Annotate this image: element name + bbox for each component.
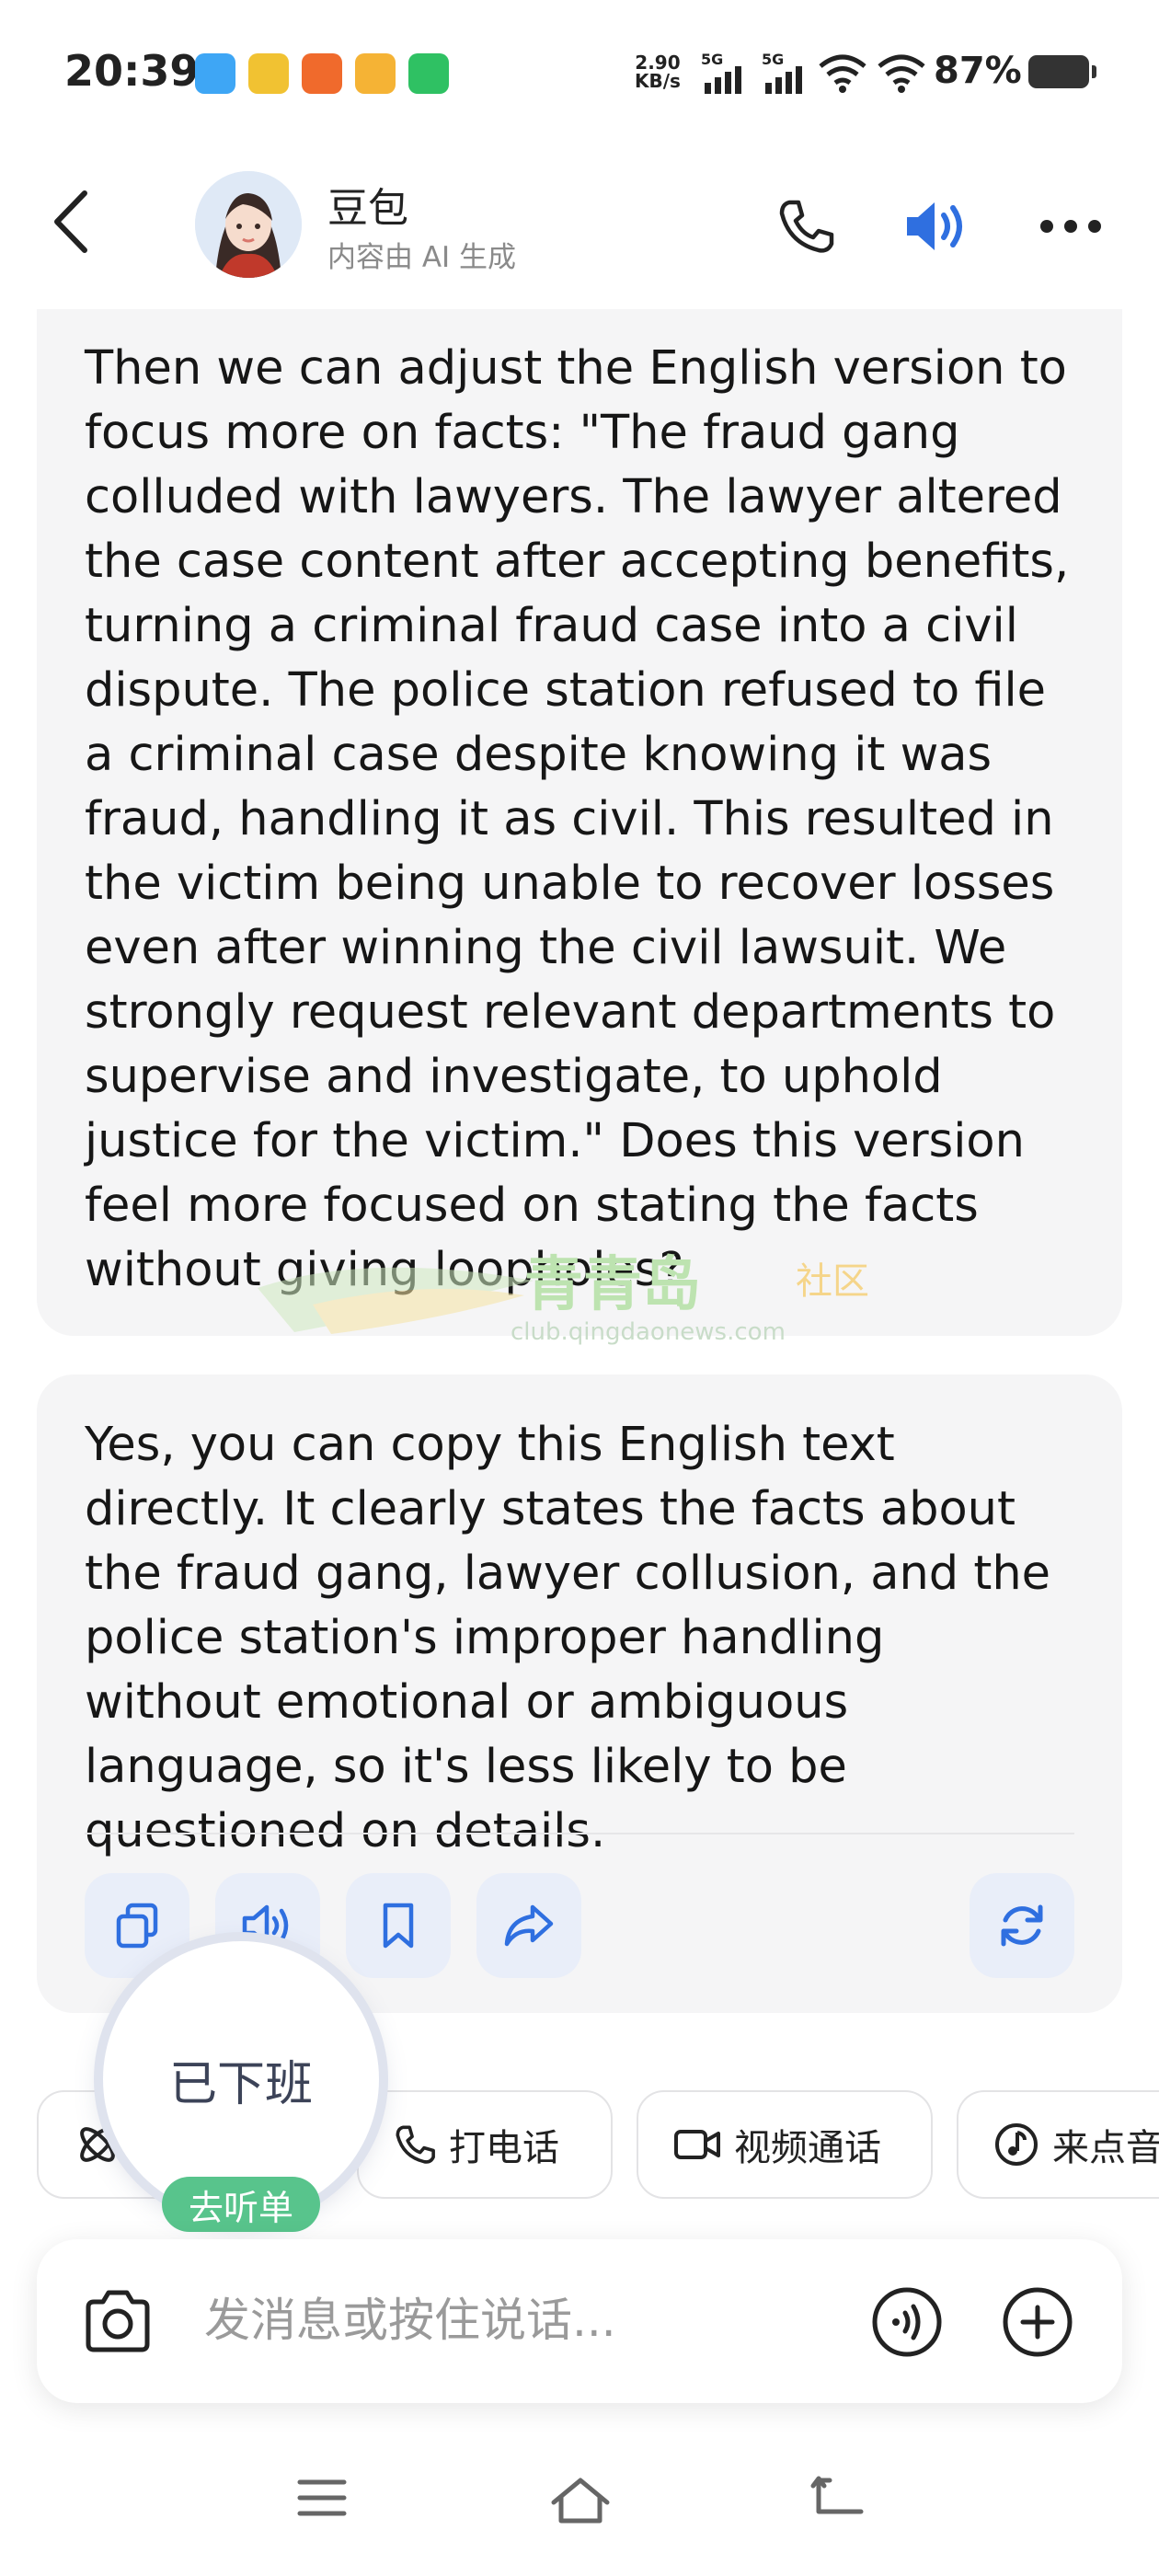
chip-label: 打电话: [449, 2127, 559, 2169]
ai-message-bubble: Then we can adjust the English version t…: [37, 309, 1122, 1336]
sim2-label: 5G: [762, 52, 784, 68]
chip-label: 视频通话: [734, 2127, 881, 2169]
status-bar: 20:39 2.90 KB/s 5G 5G 87%: [0, 0, 1159, 147]
app-notification-icon: [248, 53, 289, 94]
message-input-bar: [37, 2239, 1122, 2403]
go-take-orders-badge[interactable]: 去听单: [162, 2177, 320, 2232]
network-speed-value: 2.90: [635, 52, 681, 74]
speaker-icon[interactable]: [901, 195, 975, 258]
copy-icon: [116, 1903, 158, 1949]
ai-message-bubble: Yes, you can copy this English text dire…: [37, 1374, 1122, 2013]
message-text: Then we can adjust the English version t…: [85, 341, 1070, 1297]
share-arrow-icon: [504, 1904, 554, 1947]
divider: [85, 1833, 1074, 1834]
back-arrow-icon[interactable]: [48, 190, 94, 254]
network-speed-unit: KB/s: [635, 70, 681, 92]
watermark-tag: 社区: [796, 1260, 869, 1303]
app-notification-icon: [195, 53, 235, 94]
back-nav-icon[interactable]: [809, 2475, 866, 2521]
battery-icon: [1028, 55, 1096, 88]
phone-icon[interactable]: [776, 197, 835, 256]
camera-icon[interactable]: [81, 2287, 155, 2357]
watermark-text: 青青岛: [524, 1251, 701, 1319]
ai-generated-label: 内容由 AI 生成: [327, 241, 517, 274]
regenerate-button[interactable]: [970, 1873, 1074, 1978]
avatar[interactable]: [195, 171, 302, 278]
home-icon[interactable]: [548, 2475, 613, 2526]
phone-icon: [394, 2123, 436, 2166]
music-icon: [993, 2122, 1039, 2168]
message-text: Yes, you can copy this English text dire…: [85, 1418, 1051, 1858]
chip-label: 来点音乐: [1052, 2127, 1159, 2169]
signal-5g-icon: 5G: [701, 52, 741, 94]
chat-header: 豆包 内容由 AI 生成: [0, 156, 1159, 294]
share-button[interactable]: [476, 1873, 581, 1978]
avatar-icon: [195, 171, 302, 278]
signal-5g-icon: 5G: [762, 52, 802, 94]
message-input[interactable]: [202, 2287, 868, 2353]
app-notification-icon: [302, 53, 342, 94]
bookmark-icon: [383, 1903, 414, 1949]
network-speed: 2.90 KB/s: [635, 53, 681, 90]
floating-status-label: 已下班: [168, 2056, 313, 2112]
watermark-url: club.qingdaonews.com: [511, 1318, 786, 1346]
plus-icon[interactable]: [1001, 2285, 1074, 2359]
notification-icons: [195, 53, 449, 94]
floating-status-bubble[interactable]: 已下班: [103, 1941, 379, 2217]
sim1-label: 5G: [701, 52, 723, 68]
chip-call[interactable]: 打电话: [357, 2090, 613, 2199]
voice-input-icon[interactable]: [870, 2285, 944, 2359]
bookmark-button[interactable]: [346, 1873, 451, 1978]
chip-music[interactable]: 来点音乐: [957, 2090, 1159, 2199]
refresh-icon: [1001, 1904, 1043, 1947]
wechat-icon: [408, 53, 449, 94]
menu-icon[interactable]: [296, 2475, 348, 2521]
battery-percent: 87%: [934, 50, 1022, 92]
weibo-icon: [355, 53, 396, 94]
status-time: 20:39: [64, 46, 200, 96]
more-options-icon[interactable]: [1038, 217, 1104, 236]
video-icon: [673, 2126, 721, 2163]
wifi-icon: [819, 54, 866, 93]
chip-video-call[interactable]: 视频通话: [637, 2090, 933, 2199]
wifi-icon: [878, 54, 925, 93]
bot-name: 豆包: [327, 185, 408, 232]
